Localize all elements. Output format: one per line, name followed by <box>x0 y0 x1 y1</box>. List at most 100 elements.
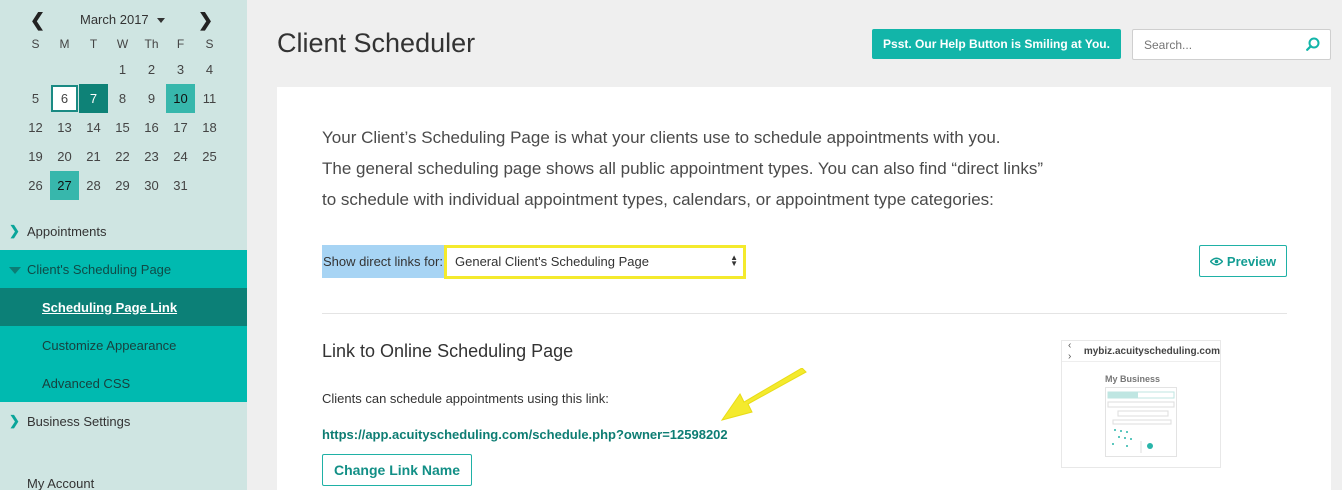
calendar-day[interactable]: 21 <box>79 142 108 171</box>
calendar-day[interactable]: 14 <box>79 113 108 142</box>
calendar-day[interactable]: 5 <box>21 84 50 113</box>
thumbnail-preview-graphic <box>1105 387 1177 457</box>
calendar-day[interactable]: 9 <box>137 84 166 113</box>
intro-line-2: The general scheduling page shows all pu… <box>322 159 1044 178</box>
calendar-day[interactable]: 31 <box>166 171 195 200</box>
intro-line-1: Your Client’s Scheduling Page is what yo… <box>322 128 1001 147</box>
calendar-day[interactable]: 24 <box>166 142 195 171</box>
calendar-day[interactable]: 2 <box>137 55 166 84</box>
preview-button[interactable]: Preview <box>1199 245 1287 277</box>
calendar-day[interactable]: 16 <box>137 113 166 142</box>
calendar-week: 5 6 7 8 9 10 11 <box>21 84 224 113</box>
sidebar-item-label: Business Settings <box>27 413 131 429</box>
sidebar-item-scheduling-page-link[interactable]: Scheduling Page Link <box>0 288 247 326</box>
weekday-header: S M T W Th F S <box>21 33 224 55</box>
calendar-day[interactable]: 6 <box>51 85 78 112</box>
chevron-left-icon[interactable]: ❮ <box>30 10 45 31</box>
calendar-day[interactable]: 13 <box>50 113 79 142</box>
annotation-arrow-icon <box>720 368 807 421</box>
calendar-day[interactable]: 1 <box>108 55 137 84</box>
sidebar-item-label: My Account <box>27 475 95 490</box>
sidebar-item-appointments[interactable]: ❯ Appointments <box>0 212 247 250</box>
weekday-label: S <box>205 37 214 51</box>
eye-icon <box>1209 257 1223 265</box>
sidebar-item-advanced-css[interactable]: Advanced CSS <box>0 364 247 402</box>
scheduling-link[interactable]: https://app.acuityscheduling.com/schedul… <box>322 427 728 442</box>
mini-calendar: S M T W Th F S 1 2 3 4 5 6 7 8 9 10 11 12 13 14 15 16 17 18 19 20 2… <box>21 33 224 200</box>
calendar-week: 12 13 14 15 16 17 18 <box>21 113 224 142</box>
thumbnail-url: mybiz.acuityscheduling.com <box>1083 345 1220 357</box>
change-link-name-button[interactable]: Change Link Name <box>322 454 472 486</box>
weekday-label: S <box>31 37 40 51</box>
sidebar-item-label: Scheduling Page Link <box>42 299 178 315</box>
search-input[interactable] <box>1133 30 1303 59</box>
chevron-right-icon: ❯ <box>9 223 20 238</box>
calendar-day[interactable]: 12 <box>21 113 50 142</box>
code-brackets-icon: ‹ › <box>1068 340 1072 362</box>
scheduling-page-thumbnail: ‹ › mybiz.acuityscheduling.com My Busine… <box>1061 340 1221 468</box>
section-description: Clients can schedule appointments using … <box>322 391 609 406</box>
calendar-day[interactable]: 10 <box>166 84 195 113</box>
thumbnail-address-bar: ‹ › mybiz.acuityscheduling.com <box>1062 340 1220 362</box>
month-selector[interactable]: March 2017 <box>80 12 165 27</box>
page-title: Client Scheduler <box>277 28 476 58</box>
intro-line-3: to schedule with individual appointment … <box>322 190 994 209</box>
weekday-label: W <box>116 37 129 51</box>
calendar-header: ❮ March 2017 ❯ <box>0 10 247 31</box>
calendar-day[interactable]: 28 <box>79 171 108 200</box>
calendar-day[interactable]: 30 <box>137 171 166 200</box>
calendar-day[interactable]: 25 <box>195 142 224 171</box>
search-icon[interactable] <box>1306 37 1320 51</box>
direct-links-selected-value: General Client's Scheduling Page <box>455 254 649 269</box>
calendar-week: 26 27 28 29 30 31 <box>21 171 224 200</box>
chevron-right-icon[interactable]: ❯ <box>198 10 213 31</box>
sidebar-item-business-settings[interactable]: ❯ Business Settings <box>0 402 247 440</box>
sidebar-nav: ❯ Appointments Client's Scheduling Page … <box>0 212 247 490</box>
content-card: Your Client’s Scheduling Page is what yo… <box>277 87 1331 490</box>
calendar-day[interactable]: 18 <box>195 113 224 142</box>
calendar-day[interactable]: 29 <box>108 171 137 200</box>
calendar-day[interactable]: 23 <box>137 142 166 171</box>
divider <box>322 313 1287 314</box>
sidebar-item-label: Appointments <box>27 223 107 239</box>
sidebar-item-customize-appearance[interactable]: Customize Appearance <box>0 326 247 364</box>
sidebar-item-label: Client's Scheduling Page <box>27 261 172 277</box>
preview-label: Preview <box>1226 253 1277 269</box>
caret-down-icon <box>156 18 165 24</box>
select-arrows-icon: ▲ ▼ <box>730 253 738 268</box>
calendar-day[interactable]: 26 <box>21 171 50 200</box>
calendar-day[interactable]: 17 <box>166 113 195 142</box>
calendar-day[interactable]: 3 <box>166 55 195 84</box>
calendar-day[interactable]: 11 <box>195 84 224 113</box>
month-label: March 2017 <box>80 12 149 27</box>
sidebar-item-label: Customize Appearance <box>42 337 177 353</box>
calendar-day[interactable]: 4 <box>195 55 224 84</box>
calendar-empty-cell <box>21 55 50 84</box>
calendar-day[interactable]: 15 <box>108 113 137 142</box>
calendar-week: 1234 <box>21 55 224 84</box>
calendar-week: 19 20 21 22 23 24 25 <box>21 142 224 171</box>
calendar-empty-cell <box>79 55 108 84</box>
thumbnail-business-name: My Business <box>1105 374 1161 384</box>
sidebar: ❮ March 2017 ❯ S M T W Th F S 1 2 3 4 5 6 7 8 9 10 11 12 13… <box>0 0 247 490</box>
weekday-label: Th <box>144 37 159 51</box>
calendar-day[interactable]: 22 <box>108 142 137 171</box>
weekday-label: F <box>176 37 185 51</box>
direct-links-select[interactable]: General Client's Scheduling Page ▲ ▼ <box>444 245 746 279</box>
chevron-right-icon: ❯ <box>9 413 20 428</box>
sidebar-item-my-account[interactable]: My Account <box>0 464 247 490</box>
calendar-day[interactable]: 19 <box>21 142 50 171</box>
search-box <box>1132 29 1331 60</box>
calendar-day[interactable]: 7 <box>79 84 108 113</box>
weekday-label: M <box>59 37 70 51</box>
calendar-day[interactable]: 8 <box>108 84 137 113</box>
calendar-empty-cell <box>195 171 224 200</box>
sidebar-item-scheduling-page[interactable]: Client's Scheduling Page <box>0 250 247 288</box>
calendar-empty-cell <box>50 55 79 84</box>
section-title: Link to Online Scheduling Page <box>322 341 574 361</box>
sidebar-item-label: Advanced CSS <box>42 375 131 391</box>
calendar-day[interactable]: 20 <box>50 142 79 171</box>
help-button[interactable]: Psst. Our Help Button is Smiling at You. <box>872 29 1121 59</box>
calendar-day[interactable]: 27 <box>50 171 79 200</box>
intro-text: Your Client’s Scheduling Page is what yo… <box>322 122 1043 215</box>
